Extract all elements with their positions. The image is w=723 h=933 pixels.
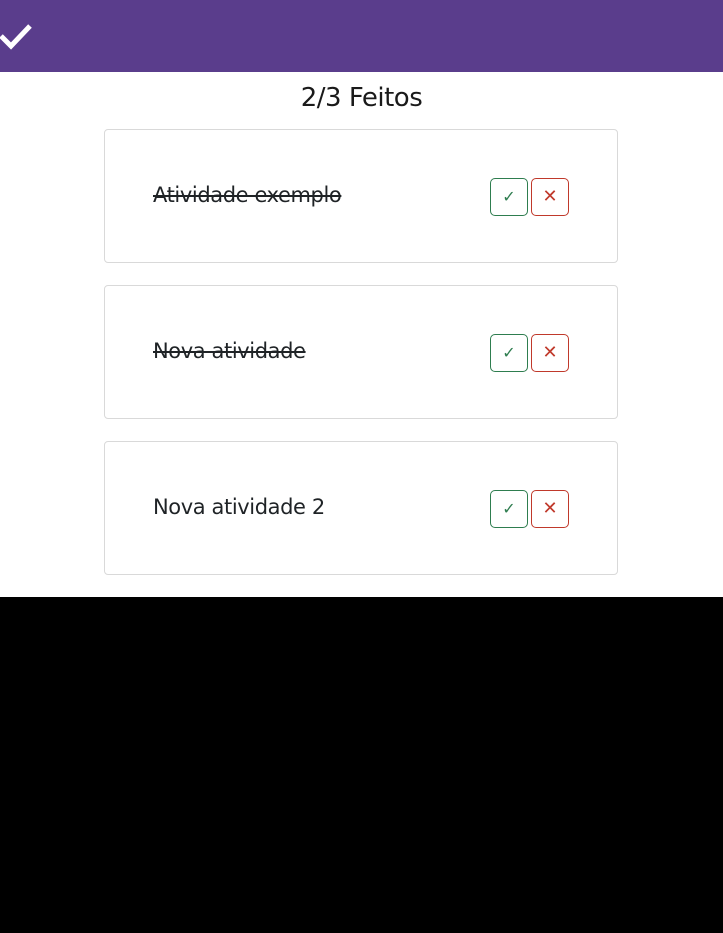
task-label: Nova atividade 2 [153, 495, 325, 519]
remove-task-button[interactable]: ✕ [531, 490, 569, 528]
task-card: Atividade exemplo ✓ ✕ [104, 129, 618, 263]
remove-task-button[interactable]: ✕ [531, 334, 569, 372]
mark-done-button[interactable]: ✓ [490, 490, 528, 528]
mark-done-button[interactable]: ✓ [490, 178, 528, 216]
mark-done-button[interactable]: ✓ [490, 334, 528, 372]
app-container: 2/3 Feitos Atividade exemplo ✓ ✕ Nova at… [0, 0, 723, 597]
task-card: Nova atividade 2 ✓ ✕ [104, 441, 618, 575]
task-label: Atividade exemplo [153, 183, 342, 207]
done-counter: 2/3 Feitos [300, 83, 423, 113]
checkmark-icon [0, 24, 32, 50]
task-label: Nova atividade [153, 339, 306, 363]
remove-task-button[interactable]: ✕ [531, 178, 569, 216]
task-card: Nova atividade ✓ ✕ [104, 285, 618, 419]
top-navbar [0, 0, 723, 72]
